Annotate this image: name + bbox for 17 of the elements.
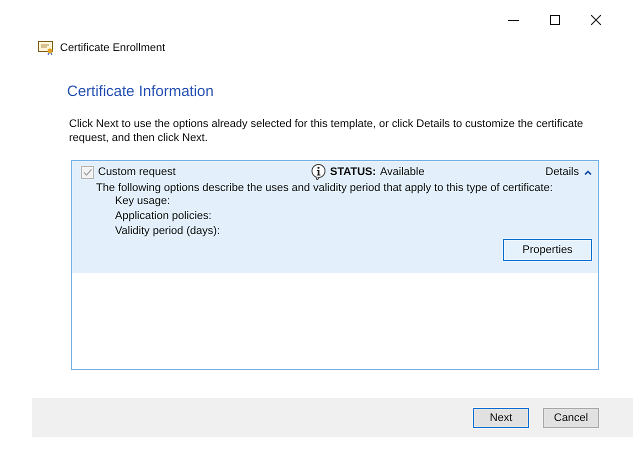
status-label: STATUS:: [330, 166, 376, 178]
window-title: Certificate Enrollment: [60, 42, 166, 54]
instructions-text: Click Next to use the options already selected for this template, or click Details to customize the certificate request, and then click Next.: [69, 117, 584, 145]
cancel-button[interactable]: Cancel: [543, 408, 599, 428]
page-heading: Certificate Information: [67, 83, 215, 100]
request-name: Custom request: [98, 166, 176, 178]
field-label: Validity period (days):: [115, 224, 221, 239]
next-button[interactable]: Next: [473, 408, 529, 428]
certificate-icon: [38, 41, 54, 55]
maximize-icon[interactable]: [550, 15, 560, 25]
description-text: The following options describe the uses and validity period that apply to this type of certificate:: [96, 182, 554, 194]
close-icon[interactable]: [591, 15, 601, 25]
status-value: Available: [380, 166, 424, 178]
caret-icon: [584, 170, 592, 174]
field-label: Key usage:: [115, 194, 172, 209]
info-icon: [311, 164, 326, 180]
field-label: Application policies:: [115, 209, 213, 224]
